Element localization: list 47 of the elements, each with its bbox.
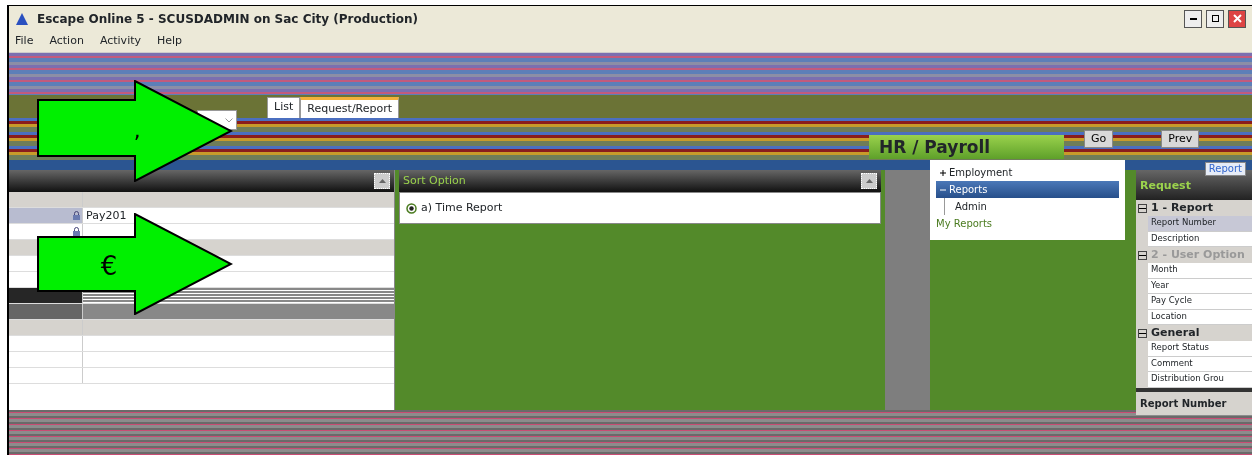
menu-item[interactable]: File: [15, 33, 34, 50]
tab[interactable]: Request/Report: [300, 96, 400, 118]
option-label: a) Time Report: [421, 199, 503, 216]
collapse-icon[interactable]: [1138, 250, 1147, 260]
menu-item[interactable]: Action: [49, 33, 84, 50]
menu-item[interactable]: Activity: [99, 33, 141, 50]
window-title: Escape Online 5 - SCUSDADMIN on Sac City (Production): [37, 10, 419, 28]
lock-icon: [73, 211, 80, 220]
minimize-icon: [1189, 17, 1197, 20]
collapse-button[interactable]: [374, 173, 390, 189]
tree-item[interactable]: Employment: [936, 164, 1119, 181]
lock-icon: [73, 227, 80, 236]
tree-item[interactable]: Reports: [936, 181, 1119, 198]
panel-title: Sort Option: [403, 172, 466, 189]
chevron-up-icon: [378, 178, 386, 183]
minimize-button[interactable]: [1184, 9, 1202, 28]
group-title: 1 - Report: [1151, 199, 1213, 216]
close-icon: [1232, 14, 1242, 23]
property-label[interactable]: Report Status: [1148, 341, 1252, 357]
restore-button[interactable]: [1206, 9, 1224, 28]
collapse-button[interactable]: [861, 173, 877, 189]
property-label[interactable]: Pay Cycle: [1148, 294, 1252, 310]
property-label[interactable]: Month: [1148, 263, 1252, 279]
radio-button[interactable]: [406, 202, 417, 214]
close-button[interactable]: [1228, 9, 1246, 28]
collapse-icon[interactable]: [1138, 328, 1147, 338]
toolbar-button[interactable]: Go: [1084, 129, 1114, 149]
toolbar-button[interactable]: Prev: [1161, 129, 1200, 149]
tree-item[interactable]: Admin: [951, 198, 1119, 215]
group-title: General: [1151, 324, 1200, 341]
table-cell-text: Pay201: [85, 208, 128, 223]
group-title: 2 - User Option: [1151, 246, 1245, 263]
arrow-label: €: [100, 251, 118, 281]
help-title: Report Number: [1136, 387, 1252, 415]
tab[interactable]: List: [267, 96, 301, 118]
property-label[interactable]: Report Number: [1148, 216, 1252, 232]
app-logo-icon: [15, 11, 29, 26]
arrow-label: ‚: [133, 118, 141, 143]
module-header: HR / Payroll: [869, 135, 1064, 159]
restore-icon: [1211, 15, 1219, 22]
collapse-icon[interactable]: [1138, 203, 1147, 213]
chevron-up-icon: [865, 178, 873, 183]
menu-item[interactable]: Help: [157, 33, 183, 50]
tree-link[interactable]: My Reports: [936, 215, 1119, 232]
chevron-down-icon: [225, 117, 233, 123]
plus-icon[interactable]: [940, 170, 946, 176]
property-label[interactable]: Distribution Grou: [1148, 372, 1252, 388]
